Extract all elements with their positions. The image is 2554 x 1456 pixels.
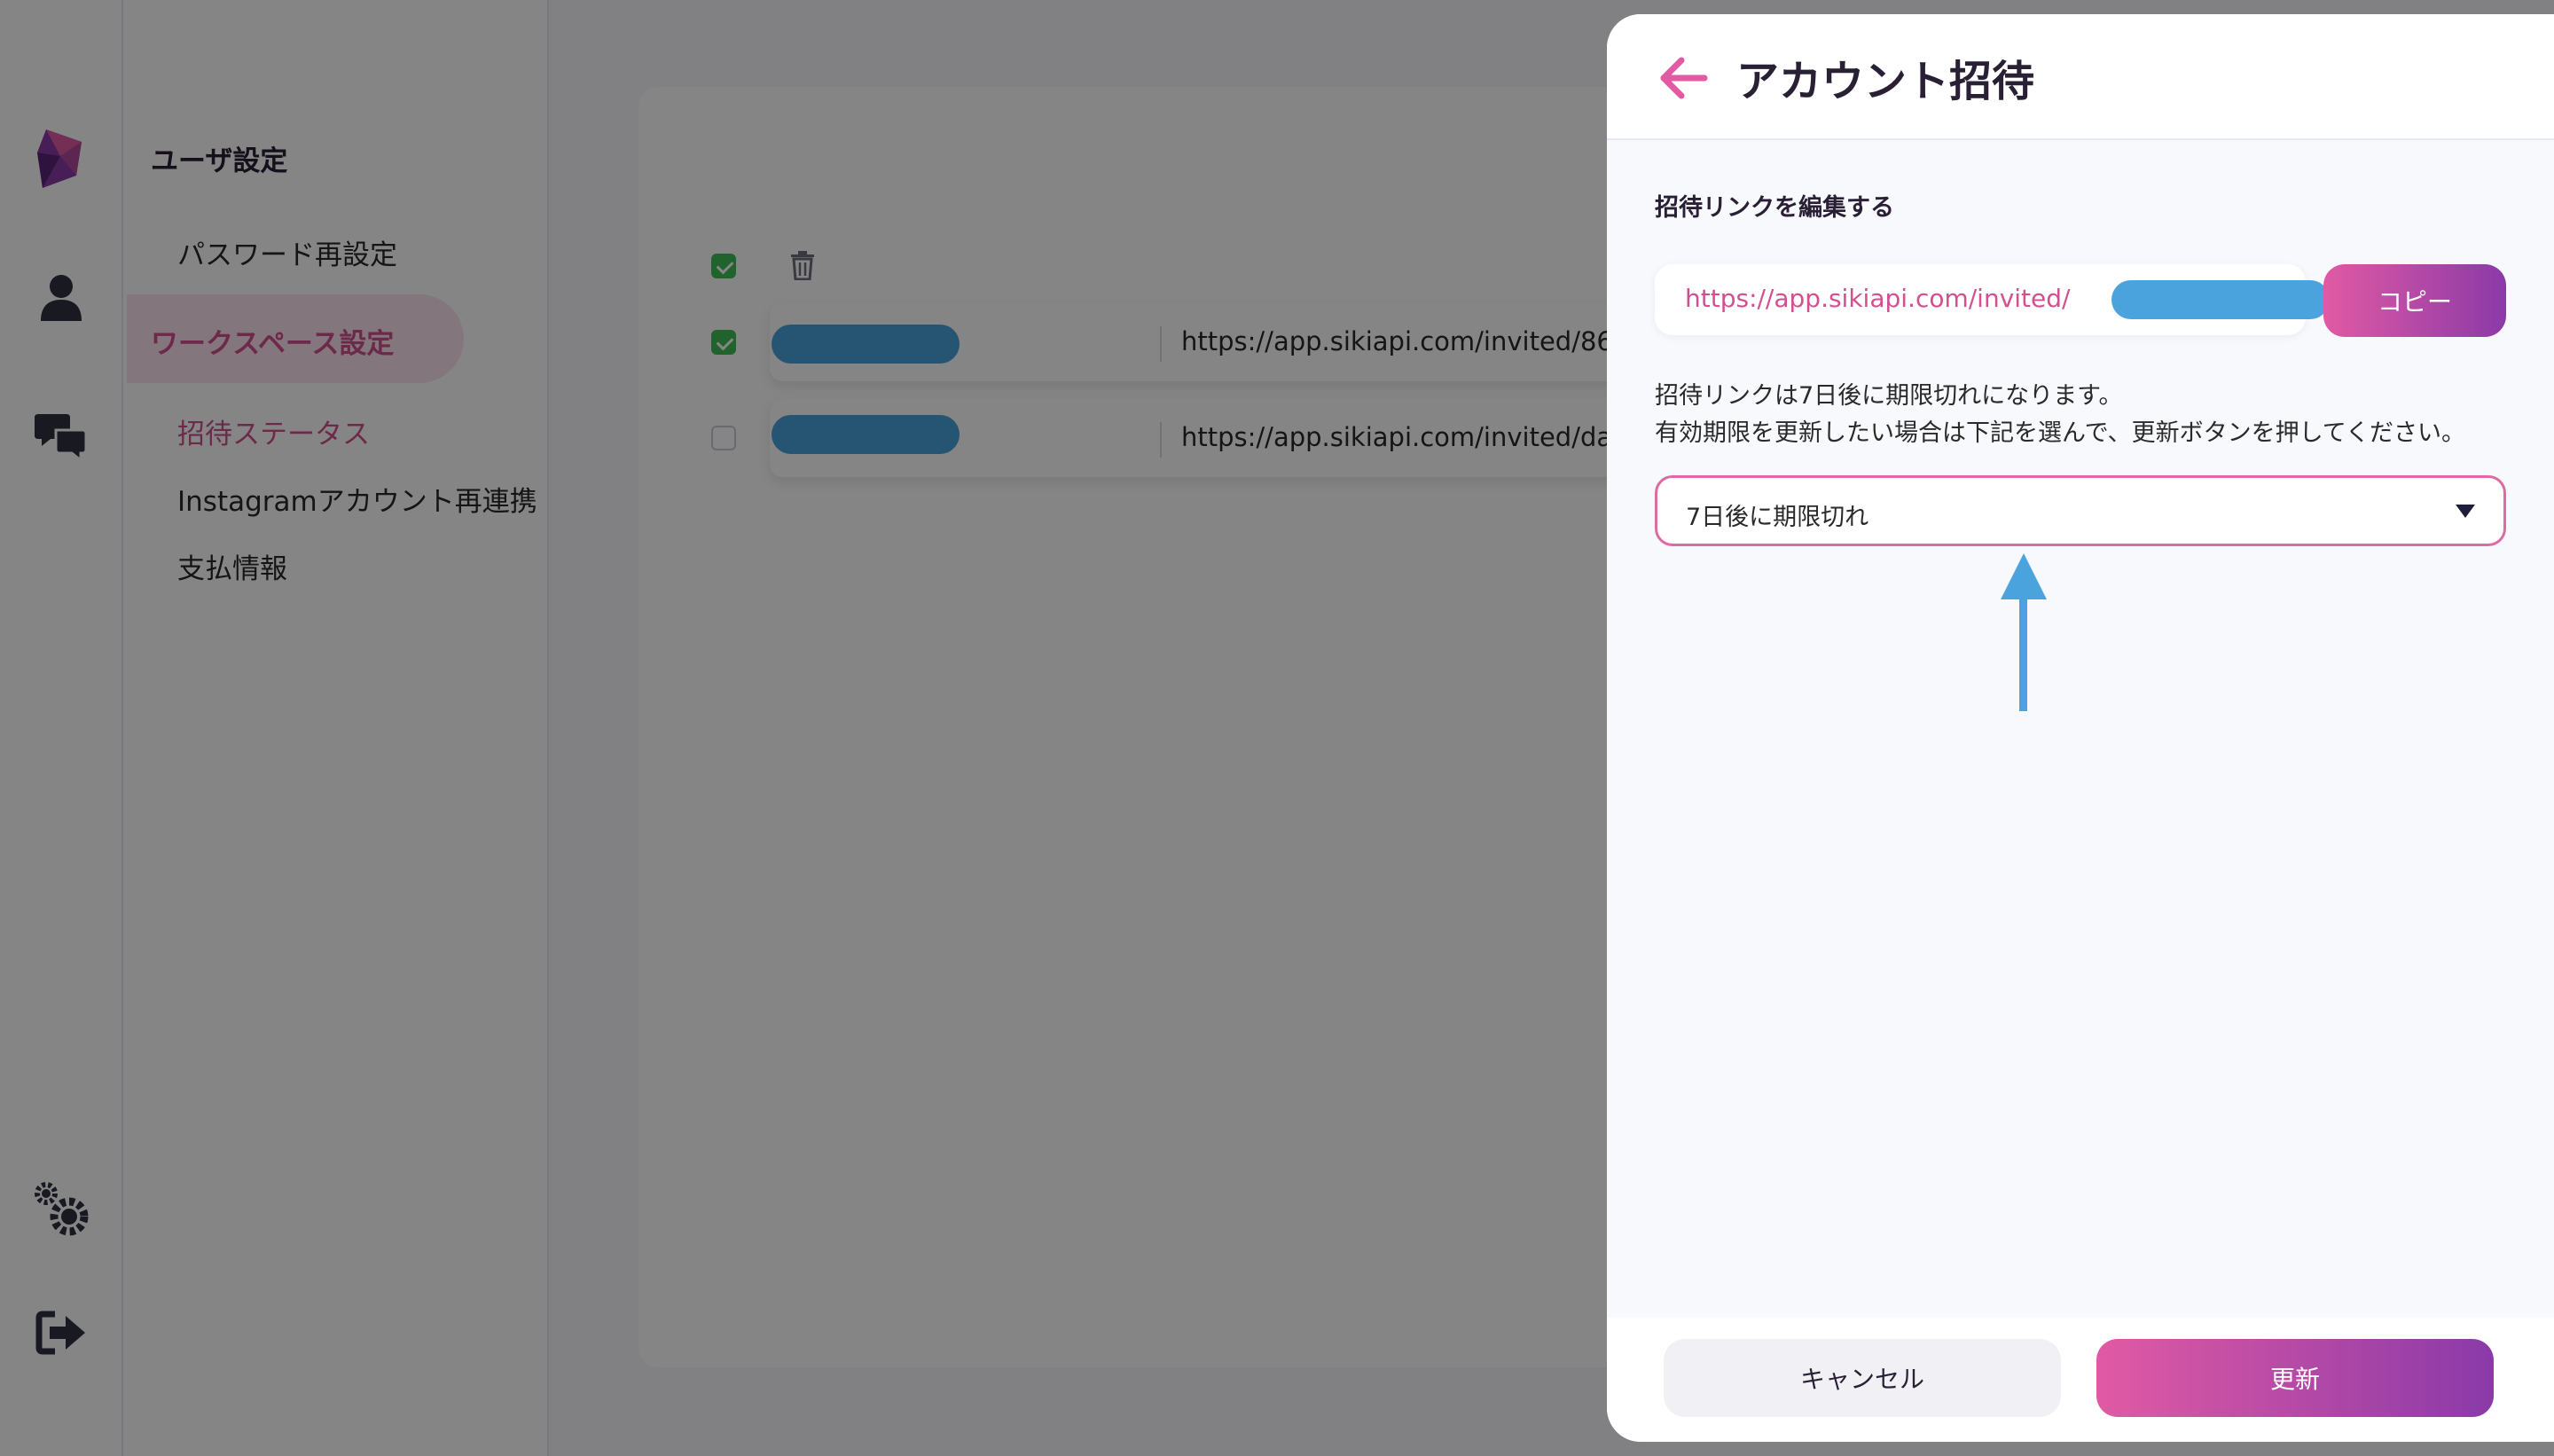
expiry-info-text: 招待リンクは7日後に期限切れになります。	[1655, 382, 2123, 410]
edit-invite-link-label: 招待リンクを編集する	[1655, 194, 1894, 222]
expiry-select-value: 7日後に期限切れ	[1686, 504, 1869, 531]
account-invite-drawer: アカウント招待 招待リンクを編集する https://app.sikiapi.c…	[1607, 14, 2554, 1442]
invite-link-prefix: https://app.sikiapi.com/invited/	[1685, 284, 2071, 313]
cancel-button[interactable]: キャンセル	[1664, 1339, 2061, 1417]
update-button[interactable]: 更新	[2096, 1339, 2494, 1417]
invite-link-field[interactable]: https://app.sikiapi.com/invited/	[1655, 264, 2330, 335]
chevron-down-icon	[2456, 505, 2475, 518]
copy-button[interactable]: コピー	[2323, 264, 2506, 337]
expiry-select[interactable]: 7日後に期限切れ	[1655, 475, 2506, 546]
drawer-header: アカウント招待	[1607, 14, 2554, 140]
expiry-instruction-text: 有効期限を更新したい場合は下記を選んで、更新ボタンを押してください。	[1655, 419, 2465, 447]
drawer-title: アカウント招待	[1736, 57, 2035, 106]
drawer-footer: キャンセル 更新	[1607, 1318, 2554, 1442]
redacted-invite-token	[2111, 280, 2330, 319]
back-button[interactable]	[1655, 50, 1712, 106]
annotation-arrow-icon	[2001, 553, 2047, 711]
back-arrow-icon	[1660, 57, 1708, 99]
